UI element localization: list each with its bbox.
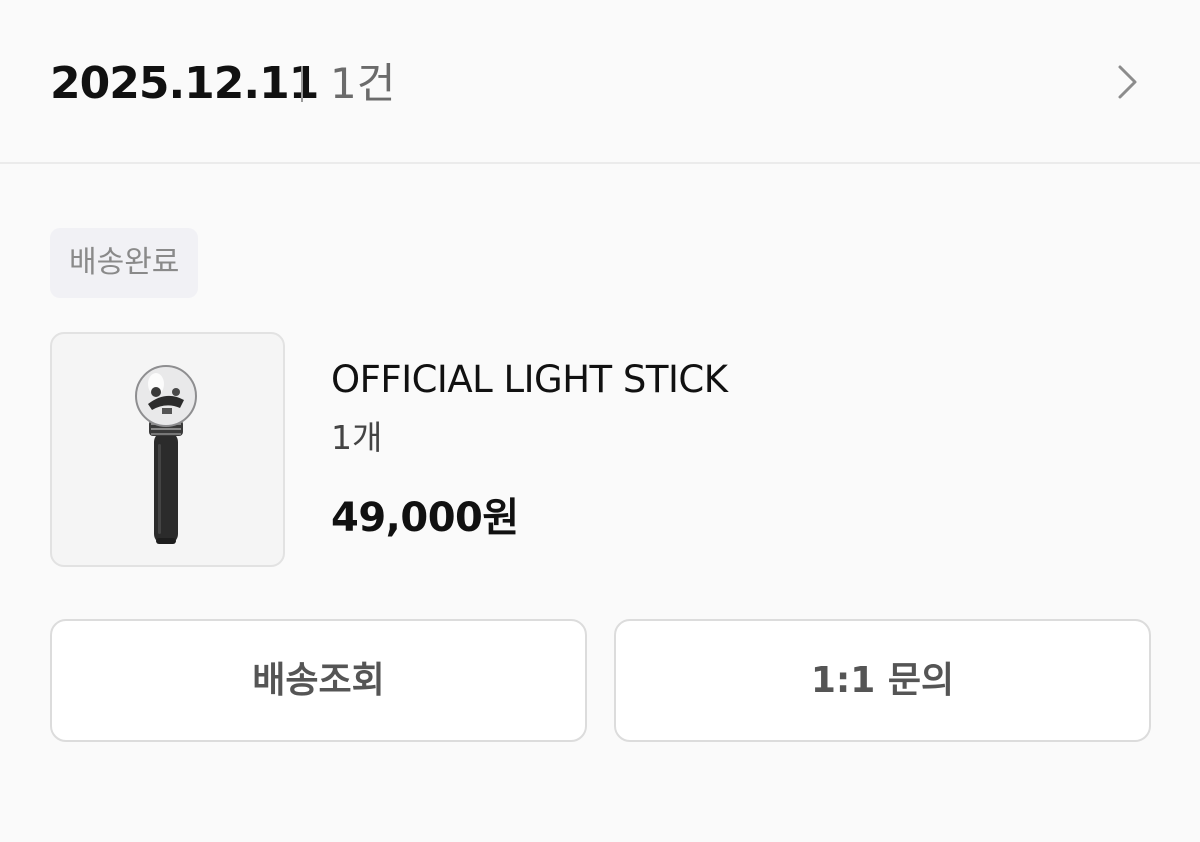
product-name[interactable]: OFFICIAL LIGHT STICK	[331, 355, 728, 405]
order-count: 1건	[330, 59, 396, 108]
chevron-right-icon[interactable]	[1108, 62, 1148, 102]
product-thumbnail[interactable]	[50, 332, 285, 567]
delivery-tracking-button[interactable]: 배송조회	[50, 619, 587, 742]
light-stick-image	[135, 365, 197, 544]
order-header[interactable]: 2025.12.11 1건	[0, 0, 1200, 164]
status-badge: 배송완료	[50, 228, 199, 298]
order-date: 2025.12.11	[50, 58, 319, 109]
product-price: 49,000원	[331, 495, 519, 541]
header-divider	[301, 66, 303, 102]
inquiry-button[interactable]: 1:1 문의	[614, 619, 1151, 742]
product-quantity: 1개	[331, 418, 383, 457]
